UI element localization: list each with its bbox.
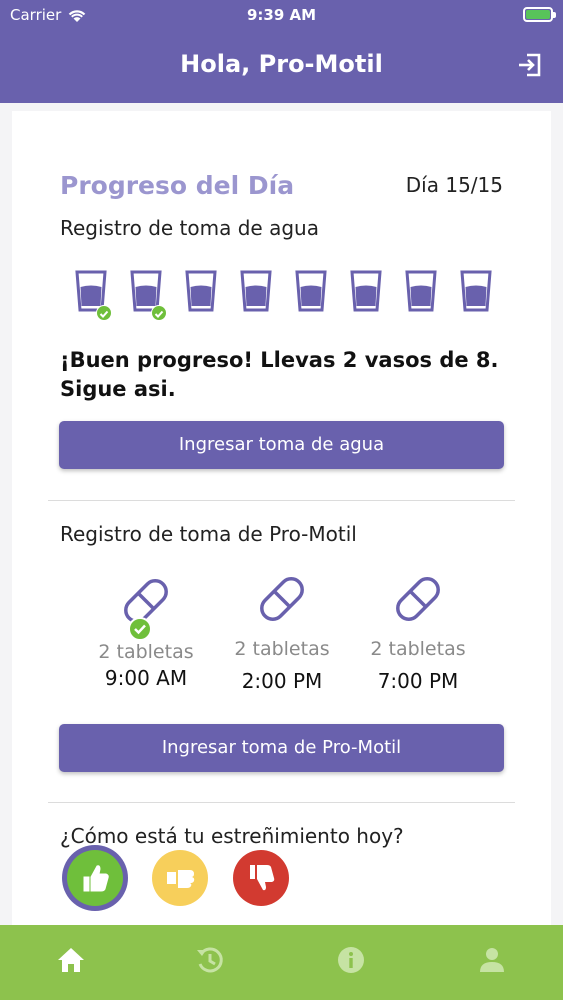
water-glass-icon — [459, 269, 493, 313]
water-glass-icon — [129, 269, 167, 321]
check-icon — [151, 305, 167, 321]
progress-card: Progreso del Día Día 15/15 Registro de t… — [12, 111, 551, 925]
check-icon — [96, 305, 112, 321]
divider — [48, 500, 515, 501]
status-time: 9:39 AM — [246, 6, 317, 24]
status-bar: Carrier 9:39 AM — [0, 4, 563, 26]
pill-icon — [116, 571, 176, 641]
dose-amount: 2 tabletas — [98, 641, 194, 663]
dose-time: 2:00 PM — [241, 669, 323, 693]
water-glass-icon — [404, 269, 438, 313]
mood-neutral-button[interactable] — [152, 850, 208, 906]
water-glass-icon — [294, 269, 328, 313]
check-icon — [128, 617, 152, 641]
water-glass-icon — [74, 269, 112, 321]
log-promotil-button[interactable]: Ingresar toma de Pro-Motil — [59, 724, 504, 772]
home-icon[interactable] — [55, 944, 87, 976]
day-counter: Día 15/15 — [405, 173, 503, 197]
section-title: Progreso del Día — [60, 171, 295, 200]
logout-icon[interactable] — [515, 50, 545, 80]
water-label: Registro de toma de agua — [60, 216, 319, 240]
water-progress-message: ¡Buen progreso! Llevas 2 vasos de 8. Sig… — [60, 348, 499, 401]
page-title: Hola, Pro-Motil — [180, 50, 383, 78]
hand-neutral-icon — [167, 870, 195, 888]
water-glass-icon — [349, 269, 383, 313]
battery-icon — [523, 7, 556, 22]
water-glasses — [74, 269, 494, 324]
mood-good-button[interactable] — [67, 850, 123, 906]
dose-time: 7:00 PM — [377, 669, 459, 693]
log-water-button[interactable]: Ingresar toma de agua — [59, 421, 504, 469]
mood-bad-button[interactable] — [233, 850, 289, 906]
dose-amount: 2 tabletas — [234, 638, 330, 660]
pill-icon — [388, 569, 448, 629]
info-icon[interactable] — [335, 944, 367, 976]
promotil-label: Registro de toma de Pro-Motil — [60, 522, 357, 546]
water-glass-icon — [239, 269, 273, 313]
main-content: Progreso del Día Día 15/15 Registro de t… — [0, 103, 563, 925]
pill-icon — [252, 569, 312, 629]
app-header: Carrier 9:39 AM Hola, Pro-Motil — [0, 0, 563, 103]
dose-amount: 2 tabletas — [370, 638, 466, 660]
constipation-question: ¿Cómo está tu estreñimiento hoy? — [60, 824, 404, 848]
divider — [48, 802, 515, 803]
water-glass-icon — [184, 269, 218, 313]
history-icon[interactable] — [194, 944, 226, 976]
thumbs-down-icon — [250, 865, 275, 891]
dose-time: 9:00 AM — [104, 666, 188, 690]
tab-bar — [0, 925, 563, 1000]
profile-icon[interactable] — [476, 944, 508, 976]
thumbs-up-icon — [83, 865, 109, 892]
